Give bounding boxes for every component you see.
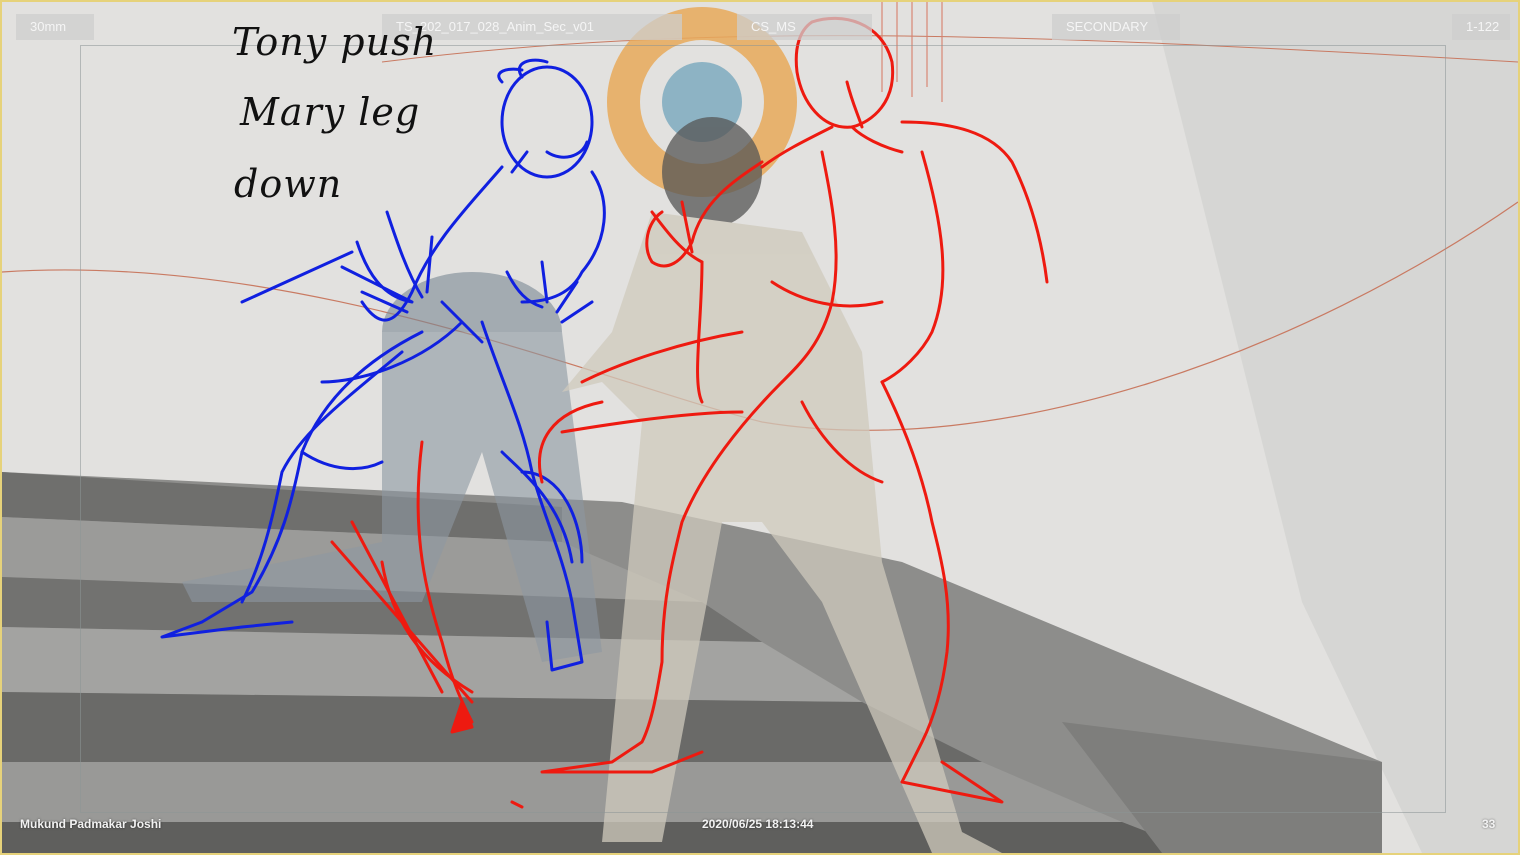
note-line-3: down	[234, 162, 343, 206]
lens-label: 30mm	[16, 14, 94, 40]
current-frame-label: 33	[1482, 817, 1496, 831]
artist-label: Mukund Padmakar Joshi	[20, 817, 162, 831]
frame-range-label: 1-122	[1452, 14, 1510, 40]
pass-label: SECONDARY	[1052, 14, 1180, 40]
step-7	[2, 822, 1202, 853]
camera-label: CS_MS	[737, 14, 872, 40]
timestamp-label: 2020/06/25 18:13:44	[702, 817, 814, 831]
animation-viewport[interactable]: 30mm TS_202_017_028_Anim_Sec_v01 CS_MS S…	[0, 0, 1520, 855]
note-line-1: Tony push	[232, 20, 438, 64]
safe-frame-guide	[80, 45, 1446, 813]
note-line-2: Mary leg	[240, 90, 421, 134]
